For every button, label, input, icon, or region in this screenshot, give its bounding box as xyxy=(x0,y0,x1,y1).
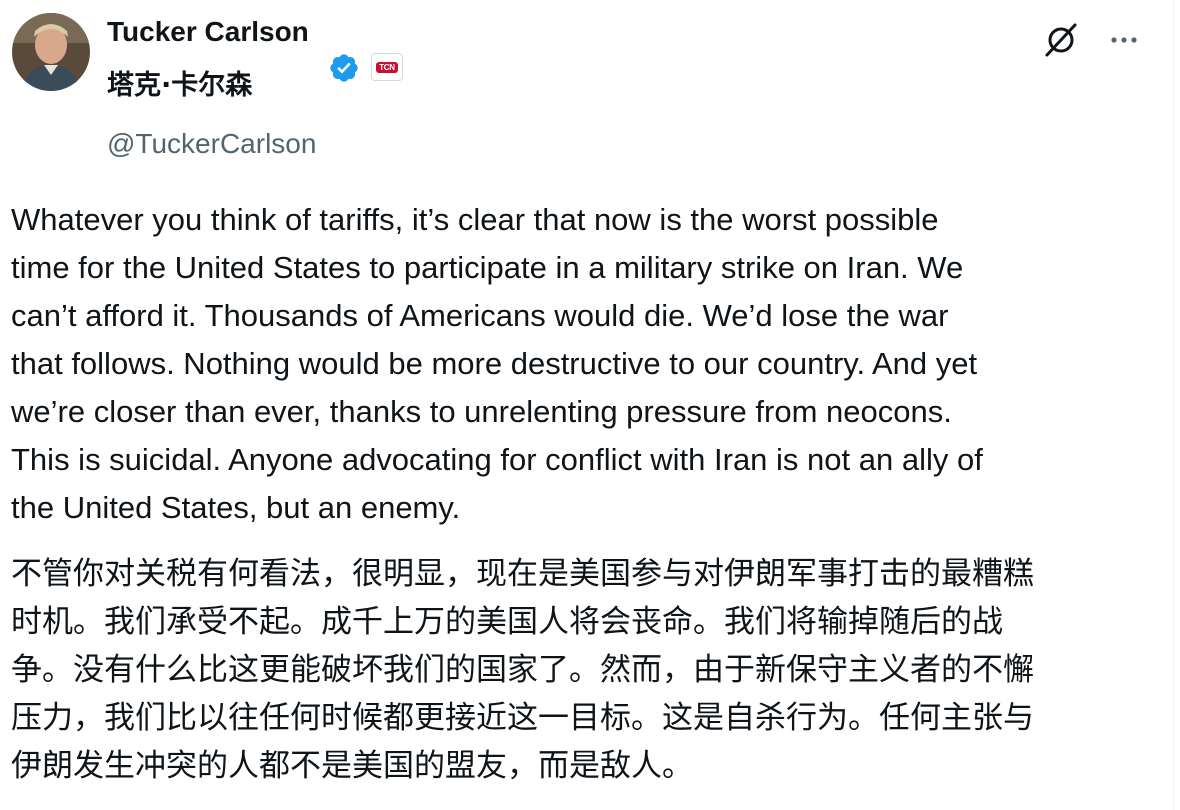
author-handle[interactable]: @TuckerCarlson xyxy=(107,125,316,163)
tweet-translation-text: 不管你对关税有何看法，很明显，现在是美国参与对伊朗军事打击的最糟糕 时机。我们承… xyxy=(11,556,1034,784)
tweet-text: Whatever you think of tariffs, it’s clea… xyxy=(11,202,983,525)
author-display-name-translation: 塔克·卡尔森 xyxy=(107,70,253,101)
affiliate-badge-label: TCN xyxy=(376,61,398,73)
grok-icon[interactable] xyxy=(1041,20,1081,60)
affiliate-badge[interactable]: TCN xyxy=(371,53,403,81)
avatar-image xyxy=(12,13,90,91)
author-display-name[interactable]: Tucker Carlson xyxy=(107,13,309,51)
tweet-card: Tucker Carlson 塔克·卡尔森 TCN @TuckerCarlson… xyxy=(0,0,1174,810)
verified-badge-icon[interactable] xyxy=(328,52,360,84)
more-horizontal-icon[interactable] xyxy=(1104,20,1144,60)
author-names: Tucker Carlson 塔克·卡尔森 xyxy=(107,13,309,105)
avatar[interactable] xyxy=(12,13,90,91)
